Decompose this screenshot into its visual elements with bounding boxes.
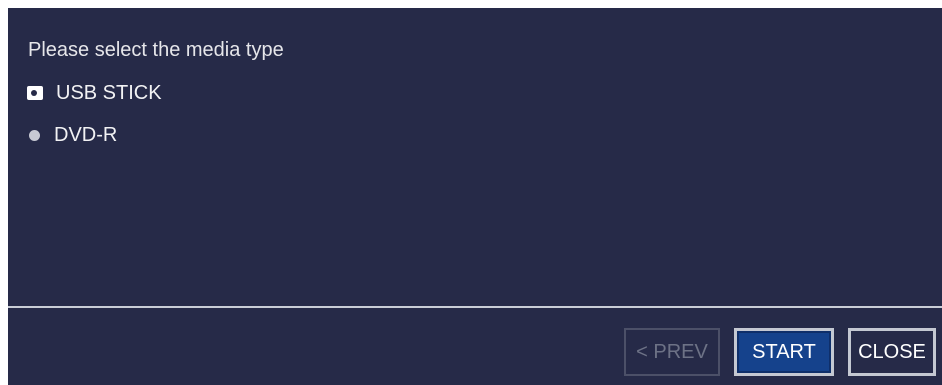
radio-unselected-icon[interactable] (29, 129, 40, 141)
radio-selected-icon[interactable] (27, 86, 43, 100)
close-button[interactable]: CLOSE (848, 328, 936, 376)
prev-button[interactable]: < PREV (624, 328, 720, 376)
start-button[interactable]: START (734, 328, 834, 376)
option-dvd-r-label: DVD-R (54, 123, 118, 146)
option-usb-stick-label: USB STICK (56, 81, 162, 104)
dialog-prompt: Please select the media type (28, 39, 284, 61)
media-type-dialog: Please select the media type USB STICK D… (8, 8, 942, 385)
option-usb-stick[interactable]: USB STICK (26, 80, 162, 106)
dialog-divider (8, 306, 942, 308)
option-dvd-r[interactable]: DVD-R (26, 122, 117, 148)
